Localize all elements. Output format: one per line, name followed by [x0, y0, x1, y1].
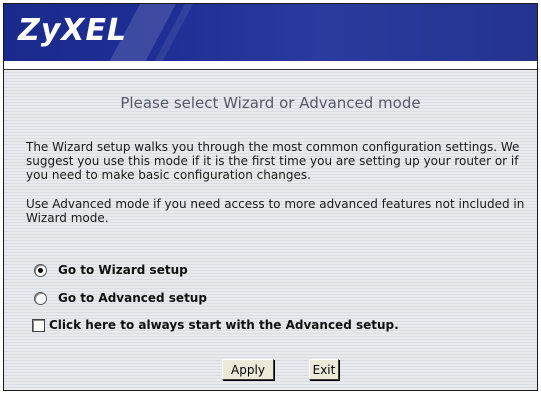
- header-divider: [4, 61, 537, 70]
- always-advanced-label: Click here to always start with the Adva…: [49, 318, 399, 332]
- header-banner: ZyXEL: [4, 4, 537, 61]
- wizard-setup-radio[interactable]: [34, 263, 47, 277]
- zyxel-logo: ZyXEL: [18, 13, 128, 48]
- wizard-description: The Wizard setup walks you through the m…: [26, 140, 520, 182]
- page-title: Please select Wizard or Advanced mode: [120, 94, 421, 112]
- always-advanced-checkbox[interactable]: [32, 318, 45, 332]
- advanced-setup-option[interactable]: Go to Advanced setup: [34, 290, 207, 306]
- wizard-setup-option[interactable]: Go to Wizard setup: [34, 262, 188, 278]
- advanced-setup-label: Go to Advanced setup: [58, 291, 207, 305]
- wizard-setup-label: Go to Wizard setup: [58, 263, 188, 277]
- advanced-setup-radio[interactable]: [34, 291, 47, 305]
- exit-button[interactable]: Exit: [309, 359, 339, 380]
- apply-button[interactable]: Apply: [222, 359, 274, 380]
- wizard-mode-page: ZyXEL Please select Wizard or Advanced m…: [3, 3, 538, 391]
- always-advanced-option[interactable]: Click here to always start with the Adva…: [32, 317, 399, 333]
- advanced-description: Use Advanced mode if you need access to …: [26, 197, 525, 225]
